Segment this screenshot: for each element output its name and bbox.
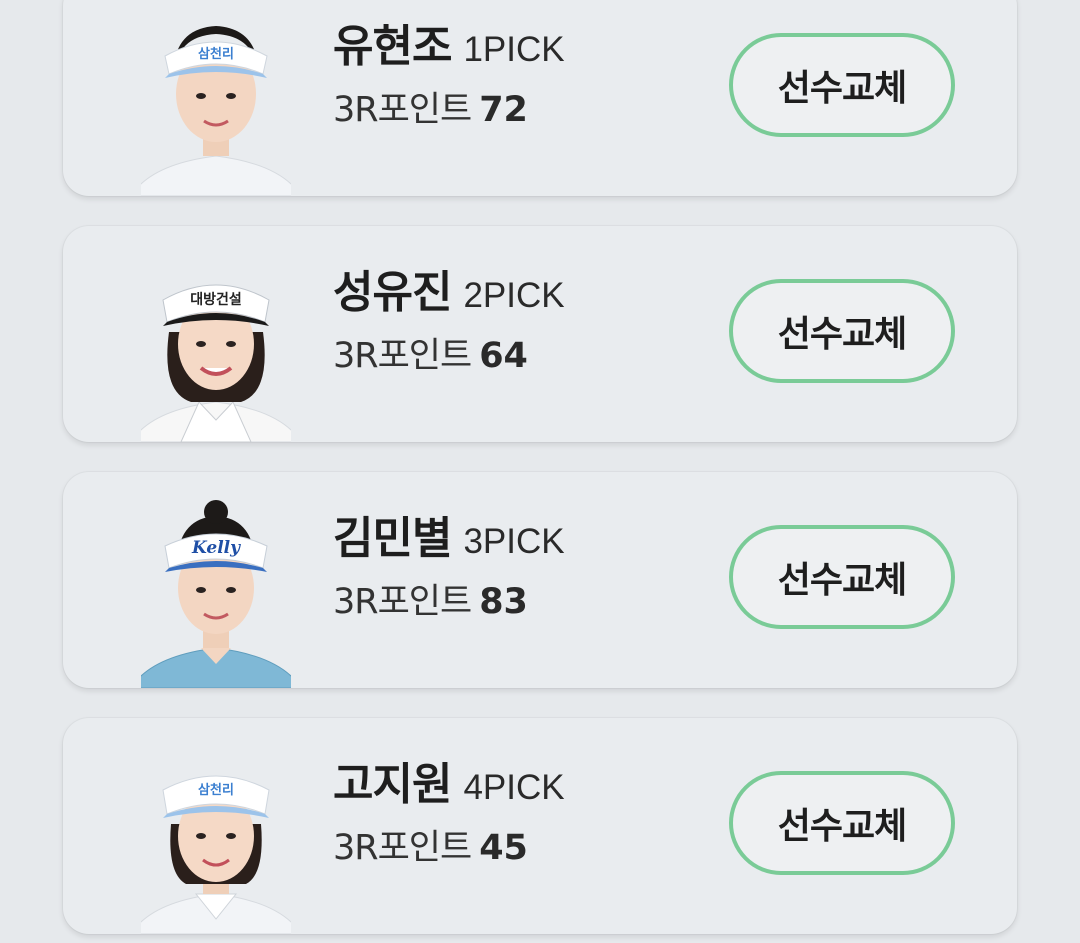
points-line: 3R포인트 64 bbox=[333, 327, 528, 378]
player-name-line: 김민별 3PICK bbox=[333, 502, 565, 566]
player-card: 삼천리 유현조 1PICK 3R포인트 72 선수교체 bbox=[63, 0, 1017, 196]
swap-player-button[interactable]: 선수교체 bbox=[729, 771, 955, 875]
pick-label: 4PICK bbox=[463, 768, 565, 807]
points-line: 3R포인트 83 bbox=[333, 573, 528, 624]
points-label: 3R포인트 bbox=[333, 336, 472, 376]
points-value: 45 bbox=[479, 828, 528, 868]
player-photo: 삼천리 bbox=[141, 6, 291, 196]
player-card: Kelly 김민별 3PICK 3R포인트 83 선수교체 bbox=[63, 472, 1017, 688]
player-photo: 삼천리 bbox=[141, 744, 291, 934]
pick-label: 2PICK bbox=[463, 276, 565, 315]
player-name: 고지원 bbox=[333, 759, 452, 810]
points-label: 3R포인트 bbox=[333, 90, 472, 130]
player-name: 유현조 bbox=[333, 21, 452, 72]
pick-label: 3PICK bbox=[463, 522, 565, 561]
swap-player-button[interactable]: 선수교체 bbox=[729, 33, 955, 137]
swap-player-button[interactable]: 선수교체 bbox=[729, 525, 955, 629]
points-line: 3R포인트 45 bbox=[333, 819, 528, 870]
points-label: 3R포인트 bbox=[333, 828, 472, 868]
player-name-line: 성유진 2PICK bbox=[333, 256, 565, 320]
player-photo: 대방건설 bbox=[141, 252, 291, 442]
visor-logo-text: 삼천리 bbox=[198, 782, 234, 798]
points-label: 3R포인트 bbox=[333, 582, 472, 622]
points-value: 64 bbox=[479, 336, 528, 376]
player-name-line: 고지원 4PICK bbox=[333, 748, 565, 812]
visor-logo-text: 삼천리 bbox=[198, 46, 234, 62]
player-pick-list: 삼천리 유현조 1PICK 3R포인트 72 선수교체 대방건설 성유진 2PI… bbox=[0, 0, 1080, 943]
pick-label: 1PICK bbox=[463, 30, 565, 69]
visor-logo-text: 대방건설 bbox=[190, 291, 242, 308]
player-name: 김민별 bbox=[333, 513, 452, 564]
points-value: 72 bbox=[479, 90, 528, 130]
swap-player-button[interactable]: 선수교체 bbox=[729, 279, 955, 383]
visor-logo-text: Kelly bbox=[191, 538, 241, 558]
player-name-line: 유현조 1PICK bbox=[333, 10, 565, 74]
points-value: 83 bbox=[479, 582, 528, 622]
points-line: 3R포인트 72 bbox=[333, 81, 528, 132]
player-card: 대방건설 성유진 2PICK 3R포인트 64 선수교체 bbox=[63, 226, 1017, 442]
player-name: 성유진 bbox=[333, 267, 452, 318]
player-photo: Kelly bbox=[141, 498, 291, 688]
player-card: 삼천리 고지원 4PICK 3R포인트 45 선수교체 bbox=[63, 718, 1017, 934]
